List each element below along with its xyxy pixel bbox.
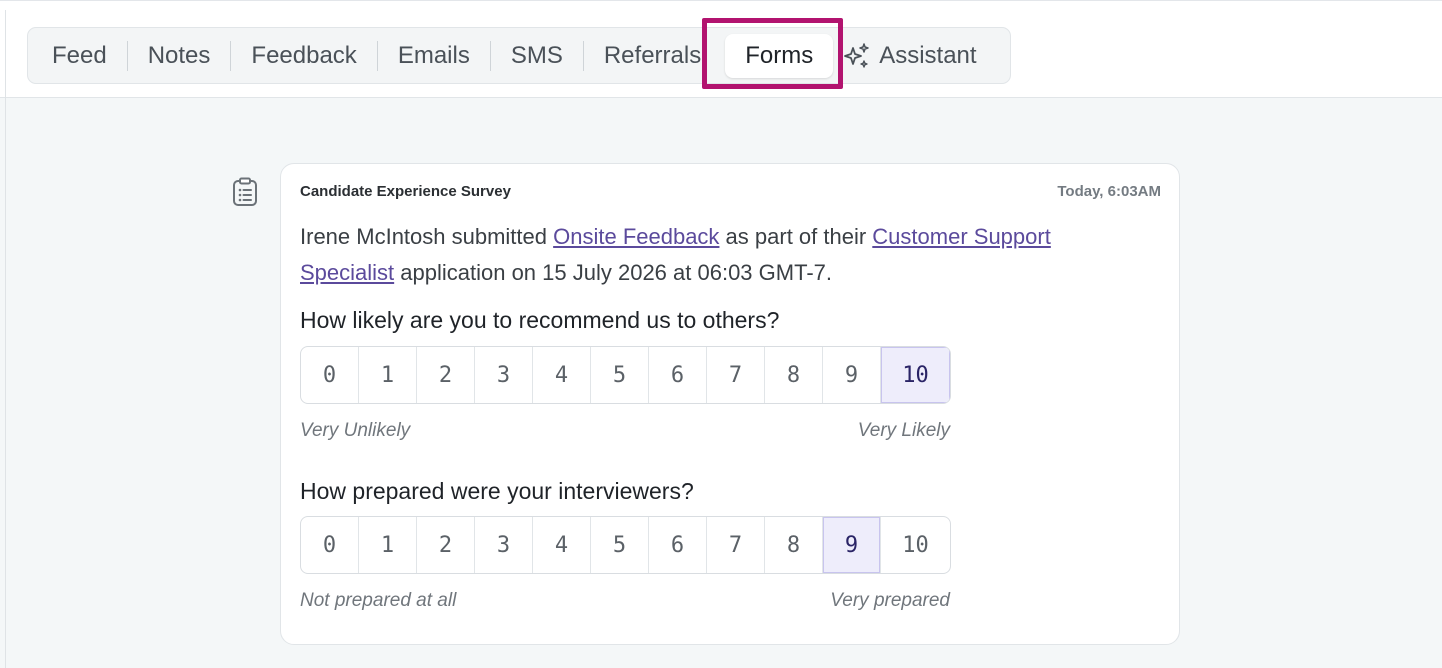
question-prepared: How prepared were your interviewers? xyxy=(300,478,694,504)
survey-timestamp: Today, 6:03AM xyxy=(1057,183,1161,200)
rating-option-9: 9 xyxy=(823,347,881,403)
rating-option-10: 10 xyxy=(881,347,950,403)
rating-option-4: 4 xyxy=(533,517,591,573)
desc-prefix: Irene McIntosh submitted xyxy=(300,224,554,249)
scale-high-label: Very prepared xyxy=(830,590,950,611)
survey-card: Candidate Experience Survey Today, 6:03A… xyxy=(280,163,1180,645)
tab-referrals[interactable]: Referrals xyxy=(604,34,701,78)
rating-option-2: 2 xyxy=(417,347,475,403)
rating-option-2: 2 xyxy=(417,517,475,573)
rating-option-1: 1 xyxy=(359,517,417,573)
tab-divider xyxy=(582,40,584,71)
rating-option-3: 3 xyxy=(475,347,533,403)
survey-description: Irene McIntosh submitted Onsite Feedback… xyxy=(300,219,1120,291)
desc-middle: as part of their xyxy=(719,224,873,249)
rating-option-5: 5 xyxy=(591,347,649,403)
tab-divider xyxy=(376,40,378,71)
rating-option-8: 8 xyxy=(765,517,823,573)
rating-option-6: 6 xyxy=(649,517,707,573)
rating-option-0: 0 xyxy=(301,517,359,573)
tab-assistant-label: Assistant xyxy=(879,41,977,69)
rating-option-3: 3 xyxy=(475,517,533,573)
tab-divider xyxy=(230,40,232,71)
onsite-feedback-link[interactable]: Onsite Feedback xyxy=(553,224,719,249)
rating-scale-prepared: 0 1 2 3 4 5 6 7 8 9 10 xyxy=(300,516,951,574)
top-bar: Feed Notes Feedback Emails SMS Referrals… xyxy=(0,0,1442,98)
tab-feed[interactable]: Feed xyxy=(52,34,107,78)
tab-assistant[interactable]: Assistant xyxy=(843,34,977,78)
tab-sms[interactable]: SMS xyxy=(511,34,563,78)
rating-option-1: 1 xyxy=(359,347,417,403)
sparkle-icon xyxy=(843,42,871,70)
rating-scale-recommend: 0 1 2 3 4 5 6 7 8 9 10 xyxy=(300,346,951,404)
clipboard-icon xyxy=(232,177,258,207)
rating-option-4: 4 xyxy=(533,347,591,403)
tab-feedback[interactable]: Feedback xyxy=(251,34,356,78)
question-recommend: How likely are you to recommend us to ot… xyxy=(300,307,780,333)
survey-title: Candidate Experience Survey xyxy=(300,183,511,200)
rating-option-7: 7 xyxy=(707,517,765,573)
tab-divider xyxy=(489,40,491,71)
rating-option-8: 8 xyxy=(765,347,823,403)
scale-low-label: Not prepared at all xyxy=(300,590,457,611)
scale-low-label: Very Unlikely xyxy=(300,420,411,441)
rating-option-7: 7 xyxy=(707,347,765,403)
tab-forms[interactable]: Forms xyxy=(725,33,834,78)
tab-emails[interactable]: Emails xyxy=(398,34,470,78)
tab-divider xyxy=(126,40,128,71)
rating-option-0: 0 xyxy=(301,347,359,403)
desc-suffix: application on 15 July 2026 at 06:03 GMT… xyxy=(394,260,832,285)
rating-option-5: 5 xyxy=(591,517,649,573)
scale-high-label: Very Likely xyxy=(857,420,950,441)
tab-bar: Feed Notes Feedback Emails SMS Referrals… xyxy=(27,27,1011,84)
rating-option-9: 9 xyxy=(823,517,881,573)
rating-option-10: 10 xyxy=(902,532,929,558)
rating-option-6: 6 xyxy=(649,347,707,403)
left-divider xyxy=(5,10,6,668)
tab-notes[interactable]: Notes xyxy=(148,34,211,78)
